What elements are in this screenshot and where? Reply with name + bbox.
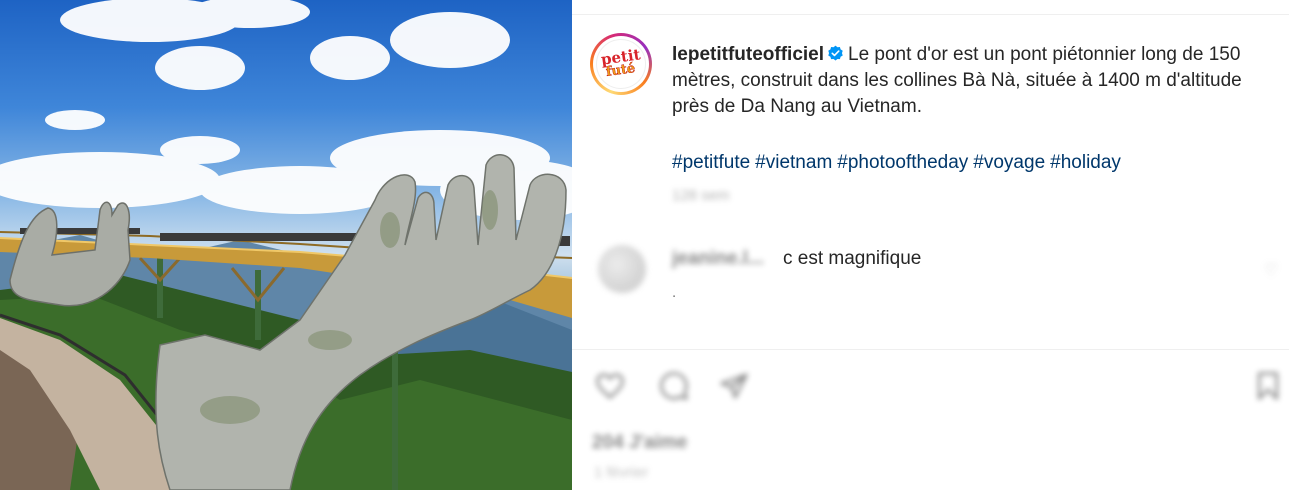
commenter-username[interactable]: jeanine.l... [672,248,764,270]
author-avatar[interactable]: petit futé [590,33,652,95]
post-photo[interactable] [0,0,572,490]
post-time-ago[interactable]: 128 sem [672,187,730,204]
post-date[interactable]: 1 février [594,464,648,481]
post-caption: lepetitfuteofficiel Le pont d'or est un … [672,42,1272,120]
hashtag-link[interactable]: #vietnam [755,152,832,173]
hashtag-link[interactable]: #voyage [973,152,1045,173]
golden-bridge-hands-photo [0,0,572,490]
petit-fute-logo: petit futé [596,39,646,89]
likes-count[interactable]: 204 J'aime [592,432,687,454]
heart-icon[interactable] [592,368,628,404]
divider [572,349,1289,350]
verified-badge-icon [828,45,843,61]
logo-line2: futé [605,60,637,80]
paper-plane-icon[interactable] [716,368,752,404]
author-username[interactable]: lepetitfuteofficiel [672,44,824,65]
post-panel: petit futé lepetitfuteofficiel Le pont d… [572,0,1289,490]
bookmark-icon[interactable] [1250,368,1286,404]
divider [572,14,1289,15]
comment-meta: . [672,284,677,301]
hashtag-list: #petitfute #vietnam #photooftheday #voyage #… [672,150,1126,176]
comment-heart-icon[interactable]: ♡ [1264,260,1278,280]
comment-text: c est magnifique [783,248,922,269]
hashtag-link[interactable]: #photooftheday [837,152,968,173]
post-actions [592,368,1278,408]
hashtag-link[interactable]: #petitfute [672,152,750,173]
comment-icon[interactable] [656,368,692,404]
commenter-avatar[interactable] [598,245,646,293]
hashtag-link[interactable]: #holiday [1050,152,1121,173]
